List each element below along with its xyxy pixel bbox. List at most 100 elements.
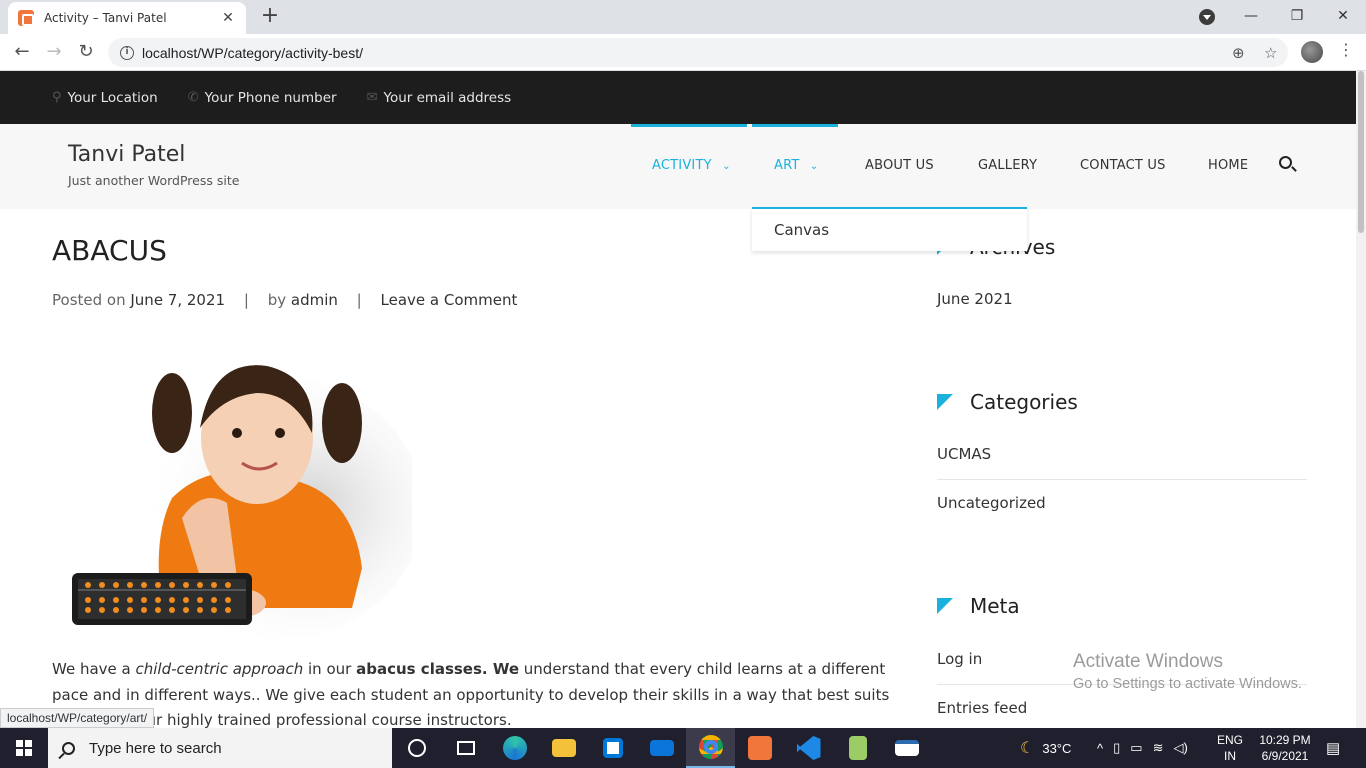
menu-item-art[interactable]: ART ⌄: [774, 158, 818, 173]
taskbar-app-edge[interactable]: [490, 728, 539, 768]
xampp-icon: [747, 736, 772, 760]
battery-icon[interactable]: ▭: [1130, 740, 1142, 756]
topbar-email: ✉ Your email address: [367, 90, 512, 106]
browser-menu-icon[interactable]: ⋮: [1338, 40, 1354, 59]
forward-arrow-icon[interactable]: →: [42, 40, 66, 64]
search-icon: [62, 741, 75, 755]
categories-widget-title: Categories: [937, 390, 1078, 414]
art-submenu: Canvas: [752, 207, 1027, 251]
menu-item-contact-us[interactable]: CONTACT US: [1080, 158, 1166, 173]
post-meta: Posted on June 7, 2021 | by admin | Leav…: [52, 291, 518, 309]
notepad-icon: [848, 736, 867, 760]
device-icon[interactable]: ▯: [1113, 740, 1120, 756]
divider: [937, 479, 1307, 480]
taskbar-app-mail[interactable]: [637, 728, 686, 768]
folder-icon: [551, 739, 576, 757]
volume-icon[interactable]: ◁): [1173, 740, 1187, 756]
taskbar-app-notepad[interactable]: [833, 728, 882, 768]
post-author-link[interactable]: admin: [291, 291, 338, 309]
browser-tab[interactable]: Activity – Tanvi Patel ✕: [8, 2, 246, 34]
activate-windows-watermark: Activate Windows Go to Settings to activ…: [1073, 651, 1302, 692]
topbar-phone: ✆ Your Phone number: [188, 90, 337, 106]
chrome-icon: [698, 735, 723, 759]
archive-link[interactable]: June 2021: [937, 290, 1013, 308]
menu-item-activity[interactable]: ACTIVITY ⌄: [652, 158, 731, 173]
site-topbar: ⚲ Your Location ✆ Your Phone number ✉ Yo…: [0, 71, 1356, 124]
chevron-down-icon: ⌄: [722, 161, 731, 172]
task-view-button[interactable]: [441, 728, 490, 768]
restore-button[interactable]: ❐: [1274, 0, 1320, 32]
cortana-circle-icon: [407, 739, 426, 757]
cortana-button[interactable]: [392, 728, 441, 768]
art-hover-indicator: [752, 124, 838, 127]
url-text[interactable]: localhost/WP/category/activity-best/: [142, 45, 363, 61]
taskbar-app-chrome[interactable]: [686, 728, 735, 768]
minimize-button[interactable]: —: [1228, 0, 1274, 32]
window-app-icon: [894, 740, 919, 756]
site-description: Just another WordPress site: [68, 173, 240, 188]
girl-with-abacus-image: [72, 365, 412, 638]
flag-icon: [937, 394, 953, 410]
category-link-uncategorized[interactable]: Uncategorized: [937, 494, 1046, 512]
reload-icon[interactable]: ↻: [74, 40, 98, 64]
new-tab-button[interactable]: +: [258, 4, 282, 28]
mail-icon: [649, 740, 674, 756]
menu-item-gallery[interactable]: GALLERY: [978, 158, 1037, 173]
task-view-icon: [456, 741, 475, 755]
browser-tabstrip: Activity – Tanvi Patel ✕ + — ❐ ✕: [0, 0, 1366, 34]
category-link-ucmas[interactable]: UCMAS: [937, 445, 991, 463]
envelope-icon: ✉: [366, 90, 378, 105]
edge-icon: [502, 736, 527, 760]
post-title: ABACUS: [52, 234, 167, 267]
page-scrollbar[interactable]: [1356, 71, 1366, 728]
post-date-link[interactable]: June 7, 2021: [130, 291, 225, 309]
submenu-item-canvas[interactable]: Canvas: [774, 221, 829, 239]
wifi-icon[interactable]: ≋: [1153, 740, 1164, 756]
chevron-down-icon: ⌄: [809, 161, 819, 172]
menu-item-home[interactable]: HOME: [1208, 158, 1248, 173]
activity-active-indicator: [631, 124, 747, 127]
language-indicator[interactable]: ENG IN: [1217, 732, 1243, 764]
leave-comment-link[interactable]: Leave a Comment: [381, 291, 518, 309]
bookmark-star-icon[interactable]: ☆: [1264, 44, 1277, 62]
weather-widget[interactable]: ☾ 33°C: [1020, 728, 1071, 768]
site-info-icon[interactable]: i: [120, 45, 134, 60]
store-bag-icon: [602, 738, 623, 758]
address-bar[interactable]: i localhost/WP/category/activity-best/ ⊕…: [108, 38, 1288, 67]
start-button[interactable]: [0, 728, 48, 768]
back-arrow-icon[interactable]: ←: [10, 40, 34, 64]
meta-link-log-in[interactable]: Log in: [937, 650, 982, 668]
map-pin-icon: ⚲: [52, 90, 62, 105]
taskbar-app-window[interactable]: [882, 728, 931, 768]
close-window-button[interactable]: ✕: [1320, 0, 1366, 32]
flag-icon: [937, 598, 953, 614]
post-excerpt: We have a child-centric approach in our …: [52, 660, 890, 729]
taskbar-app-store[interactable]: [588, 728, 637, 768]
search-icon[interactable]: [1279, 156, 1292, 169]
site-title[interactable]: Tanvi Patel: [68, 142, 185, 167]
windows-taskbar: Type here to search ☾ 33°C ^ ▯ ▭ ≋ ◁) EN…: [0, 728, 1366, 768]
notification-center-icon[interactable]: ▤: [1326, 728, 1340, 768]
zoom-icon[interactable]: ⊕: [1232, 44, 1245, 62]
xampp-favicon-icon: [18, 10, 34, 26]
taskbar-app-xampp[interactable]: [735, 728, 784, 768]
email-text: Your email address: [383, 89, 512, 106]
scrollbar-thumb[interactable]: [1358, 71, 1364, 233]
meta-link-entries-feed[interactable]: Entries feed: [937, 699, 1027, 717]
taskbar-search-box[interactable]: Type here to search: [48, 728, 392, 768]
chevron-up-icon[interactable]: ^: [1097, 741, 1103, 756]
site-header: Tanvi Patel Just another WordPress site …: [0, 124, 1356, 209]
tab-title: Activity – Tanvi Patel: [44, 11, 167, 25]
profile-avatar[interactable]: [1301, 41, 1323, 63]
close-tab-icon[interactable]: ✕: [220, 10, 236, 26]
taskbar-app-vscode[interactable]: [784, 728, 833, 768]
tab-search-icon[interactable]: [1199, 9, 1215, 25]
meta-widget-title: Meta: [937, 594, 1020, 618]
menu-item-about-us[interactable]: ABOUT US: [865, 158, 934, 173]
taskbar-app-file-explorer[interactable]: [539, 728, 588, 768]
system-tray-icons[interactable]: ^ ▯ ▭ ≋ ◁): [1097, 728, 1188, 768]
windows-logo-icon: [16, 740, 32, 756]
phone-icon: ✆: [187, 90, 199, 105]
status-bar-url: localhost/WP/category/art/: [0, 708, 155, 728]
taskbar-clock[interactable]: 10:29 PM 6/9/2021: [1250, 732, 1320, 764]
